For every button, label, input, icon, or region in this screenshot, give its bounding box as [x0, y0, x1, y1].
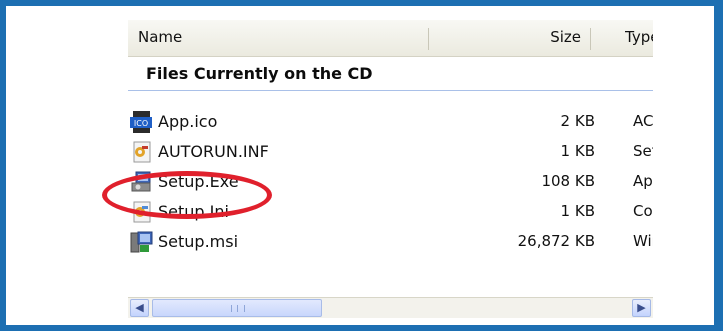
highlight-circle [102, 171, 272, 219]
file-type: Setup Information [633, 142, 653, 160]
file-size: 1 KB [560, 142, 595, 160]
file-size: 26,872 KB [517, 232, 595, 250]
file-type: Windows Installer Package [633, 232, 653, 250]
column-header-name[interactable]: Name [138, 20, 182, 56]
ico-file-icon: ICO [130, 110, 154, 134]
file-type: Configuration Settings [633, 202, 653, 220]
file-name: AUTORUN.INF [158, 142, 269, 161]
scroll-right-button[interactable]: ▶ [632, 299, 651, 317]
file-row[interactable]: Setup.msi 26,872 KB Windows Installer Pa… [128, 228, 653, 256]
column-header-bar: Name Size Type [128, 20, 653, 57]
file-name: App.ico [158, 112, 218, 131]
grip-icon [231, 305, 245, 312]
file-row[interactable]: ICO App.ico 2 KB ACDSee [128, 108, 653, 136]
chevron-left-icon: ◀ [135, 301, 144, 314]
scroll-left-button[interactable]: ◀ [130, 299, 149, 317]
inf-settings-icon [130, 140, 154, 164]
file-row[interactable]: AUTORUN.INF 1 KB Setup Information [128, 138, 653, 166]
group-header: Files Currently on the CD [146, 64, 373, 83]
scrollbar-thumb[interactable] [152, 299, 322, 317]
file-size: 1 KB [560, 202, 595, 220]
column-header-size[interactable]: Size [550, 20, 581, 56]
file-name: Setup.msi [158, 232, 239, 251]
file-size: 108 KB [541, 172, 595, 190]
column-separator[interactable] [590, 28, 591, 50]
group-divider [128, 90, 653, 91]
column-header-type[interactable]: Type [625, 20, 653, 56]
file-list-panel: Name Size Type Files Currently on the CD… [6, 6, 714, 325]
chevron-right-icon: ▶ [637, 301, 646, 314]
file-size: 2 KB [560, 112, 595, 130]
file-type: ACDSee [633, 112, 653, 130]
svg-text:ICO: ICO [134, 119, 148, 128]
file-type: Application [633, 172, 653, 190]
horizontal-scrollbar[interactable]: ◀ ▶ [128, 297, 653, 318]
column-separator[interactable] [428, 28, 429, 50]
msi-installer-icon [130, 230, 154, 254]
